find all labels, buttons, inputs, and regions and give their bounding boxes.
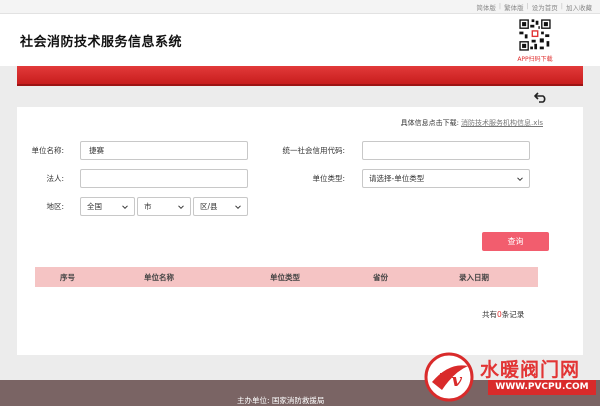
legal-input[interactable] [80, 169, 248, 188]
region-country-value: 全国 [87, 202, 102, 211]
credit-code-label: 统一社会信用代码: [282, 146, 345, 155]
top-bar: 简体版 | 繁体版 | 设为首页 | 加入收藏 [0, 0, 600, 14]
column-header-unit-name: 单位名称 [144, 272, 174, 282]
record-count-prefix: 共有 [482, 310, 497, 319]
footer-host: 主办单位: 国家消防救援局 [237, 396, 325, 405]
header: 社会消防技术服务信息系统 APP扫码下载 [0, 14, 600, 66]
region-city-select[interactable]: 市 [137, 197, 191, 216]
top-links: 简体版 | 繁体版 | 设为首页 | 加入收藏 [476, 2, 592, 12]
unit-type-row: 单位类型: 请选择-单位类型 [279, 169, 530, 188]
record-count: 共有0条记录 [482, 309, 524, 320]
chevron-down-icon [122, 204, 128, 209]
qr-code-icon[interactable] [518, 18, 552, 52]
region-row: 地区: 全国 市 区/县 [17, 197, 248, 216]
region-district-select[interactable]: 区/县 [193, 197, 248, 216]
download-line: 具体信息点击下载: 消防技术服务机构信息.xls [401, 118, 543, 128]
unit-name-row: 单位名称: 捷赛 [17, 141, 248, 160]
column-header-entry-date: 录入日期 [459, 272, 489, 282]
region-country-select[interactable]: 全国 [80, 197, 135, 216]
unit-name-label: 单位名称: [31, 146, 64, 155]
credit-code-input[interactable] [362, 141, 530, 160]
legal-label: 法人: [46, 174, 64, 183]
watermark-name: 水暖阀门网 [480, 359, 581, 381]
separator: | [526, 2, 529, 10]
results-table-header: 序号 单位名称 单位类型 省份 录入日期 [35, 267, 538, 287]
unit-type-select[interactable]: 请选择-单位类型 [362, 169, 530, 188]
watermark: Pv 水暖阀门网 WWW.PVCPU.COM [424, 352, 600, 406]
unit-type-label: 单位类型: [312, 174, 345, 183]
column-header-unit-type: 单位类型 [270, 272, 300, 282]
watermark-url: WWW.PVCPU.COM [488, 380, 596, 395]
column-header-index: 序号 [60, 272, 75, 282]
separator: | [498, 2, 502, 10]
download-link[interactable]: 消防技术服务机构信息.xls [461, 118, 543, 128]
link-simplified[interactable]: 简体版 [476, 2, 496, 12]
unit-type-value: 请选择-单位类型 [369, 174, 425, 183]
region-label: 地区: [46, 202, 64, 211]
search-panel: 具体信息点击下载: 消防技术服务机构信息.xls 单位名称: 捷赛 统一社会信用… [17, 107, 583, 355]
region-city-value: 市 [144, 202, 152, 211]
search-button[interactable]: 查询 [482, 232, 549, 251]
record-count-suffix: 条记录 [501, 310, 525, 319]
chevron-down-icon [235, 204, 241, 209]
nav-bar [17, 66, 583, 86]
legal-row: 法人: [17, 169, 248, 188]
credit-code-row: 统一社会信用代码: [279, 141, 530, 160]
download-label: 具体信息点击下载: [400, 119, 460, 127]
link-traditional[interactable]: 繁体版 [504, 2, 524, 12]
watermark-logo-icon: Pv [424, 352, 474, 402]
column-header-province: 省份 [373, 272, 388, 282]
qr-caption: APP扫码下载 [517, 56, 553, 63]
link-add-favorite[interactable]: 加入收藏 [566, 2, 592, 12]
separator: | [560, 2, 563, 10]
back-arrow-icon[interactable] [534, 91, 548, 103]
region-district-value: 区/县 [200, 202, 218, 211]
site-title: 社会消防技术服务信息系统 [20, 35, 183, 50]
chevron-down-icon [517, 176, 523, 181]
link-set-homepage[interactable]: 设为首页 [532, 2, 558, 12]
chevron-down-icon [178, 204, 184, 209]
unit-name-input[interactable]: 捷赛 [80, 141, 248, 160]
watermark-logo-letter: Pv [437, 370, 463, 391]
